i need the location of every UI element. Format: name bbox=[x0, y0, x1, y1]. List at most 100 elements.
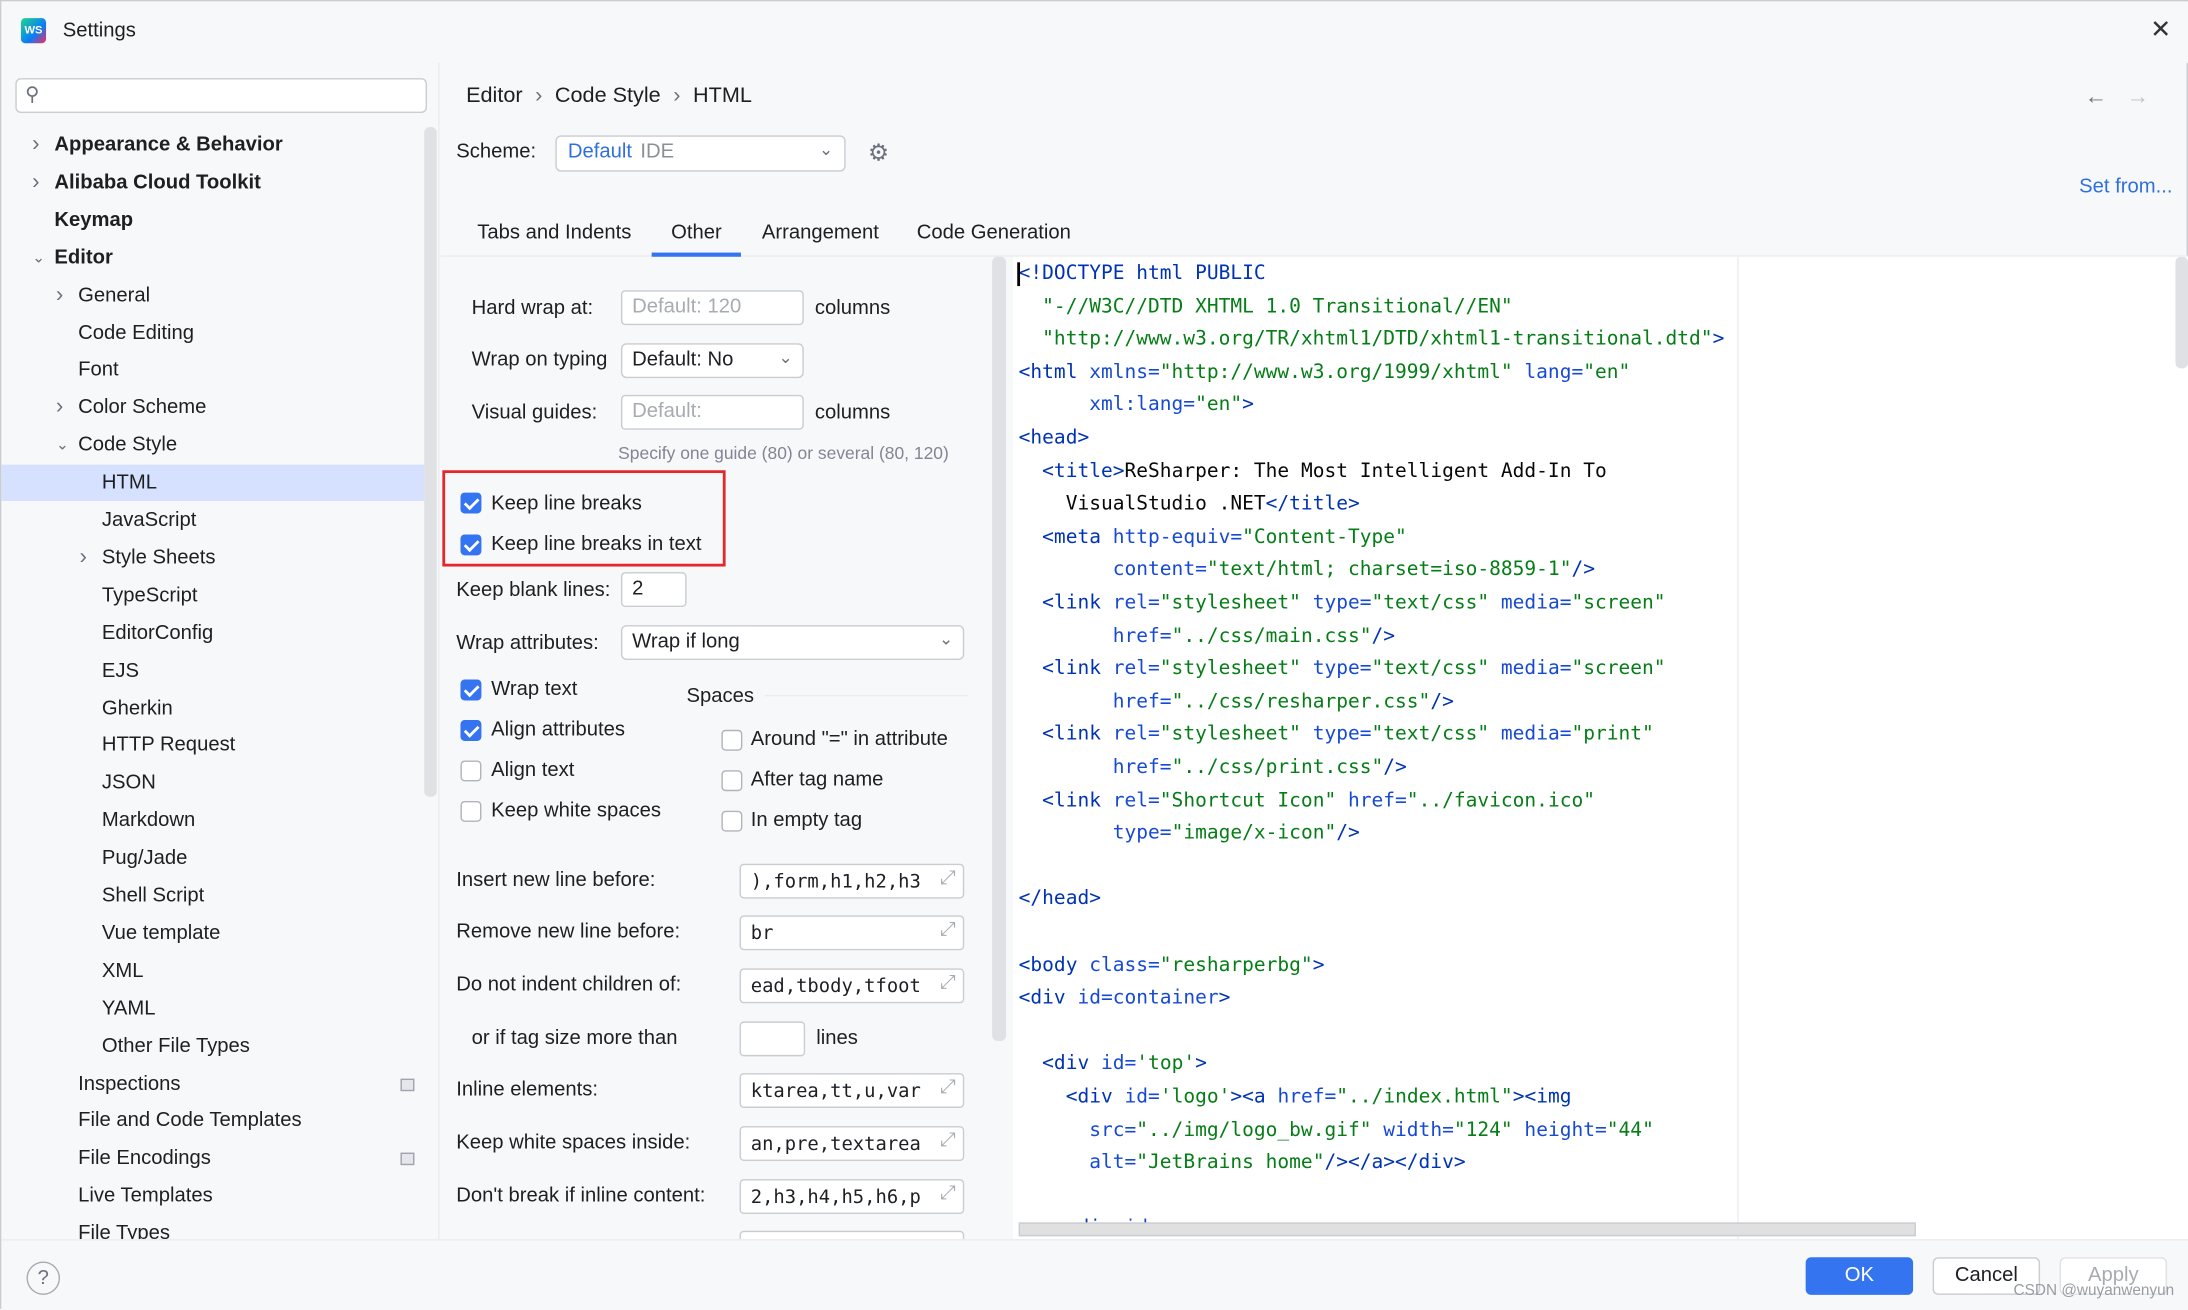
sidebar-item-json[interactable]: JSON bbox=[1, 765, 424, 801]
sidebar-item-gherkin[interactable]: Gherkin bbox=[1, 690, 424, 726]
panel-scrollbar[interactable] bbox=[992, 256, 1007, 1041]
remove-new-line-input[interactable]: br ⤢ bbox=[739, 915, 965, 951]
wrap-text-checkbox[interactable] bbox=[460, 679, 482, 701]
sidebar-item-label: Style Sheets bbox=[101, 546, 216, 570]
sidebar-item-alibaba-cloud-toolkit[interactable]: › Alibaba Cloud Toolkit bbox=[1, 165, 424, 201]
breadcrumb-item[interactable]: Editor bbox=[466, 84, 523, 108]
code-token-attr: id=container bbox=[1077, 986, 1219, 1010]
sidebar-item-style-sheets[interactable]: › Style Sheets bbox=[1, 540, 424, 576]
after-tag-name-checkbox[interactable] bbox=[721, 770, 743, 792]
wrap-attributes-dropdown[interactable]: Wrap if long ⌄ bbox=[620, 625, 965, 661]
tab-other[interactable]: Other bbox=[651, 222, 742, 257]
keep-ws-inside-input[interactable]: an,pre,textarea ⤢ bbox=[739, 1126, 965, 1161]
sidebar-item-color-scheme[interactable]: › Color Scheme bbox=[1, 390, 424, 426]
sidebar-item-pug-jade[interactable]: Pug/Jade bbox=[1, 840, 424, 876]
sidebar-item-general[interactable]: › General bbox=[1, 277, 424, 313]
tab-tabs-and-indents[interactable]: Tabs and Indents bbox=[477, 222, 631, 244]
keep-white-spaces-checkbox[interactable] bbox=[460, 800, 482, 822]
visual-guides-input[interactable]: Default: bbox=[620, 394, 804, 430]
vertical-scrollbar[interactable] bbox=[2175, 256, 2188, 369]
chevron-right-icon[interactable]: › bbox=[56, 390, 63, 426]
sidebar-item-xml[interactable]: XML bbox=[1, 953, 424, 989]
chevron-down-icon[interactable]: ⌄ bbox=[56, 427, 69, 463]
code-token-val: "../css/print.css" bbox=[1171, 756, 1384, 779]
chevron-right-icon[interactable]: › bbox=[56, 277, 63, 313]
horizontal-scrollbar[interactable] bbox=[1018, 1222, 1916, 1237]
sidebar-item-inspections[interactable]: Inspections bbox=[1, 1065, 424, 1101]
sidebar-item-file-types[interactable]: File Types bbox=[1, 1216, 424, 1240]
code-token-val: "screen" bbox=[1571, 591, 1666, 614]
expand-icon[interactable]: ⤢ bbox=[934, 971, 956, 994]
breadcrumb-item[interactable]: Code Style bbox=[555, 84, 661, 108]
dont-break-inline-label: Don't break if inline content: bbox=[456, 1184, 706, 1208]
around-equals-checkbox[interactable] bbox=[721, 729, 743, 751]
forward-arrow-icon[interactable]: → bbox=[2127, 85, 2169, 109]
in-empty-tag-checkbox[interactable] bbox=[721, 810, 743, 832]
code-token-tag: <link bbox=[1042, 657, 1113, 680]
sidebar-item-code-editing[interactable]: Code Editing bbox=[1, 315, 424, 351]
code-token-tag: > bbox=[1242, 394, 1254, 417]
set-from-link[interactable]: Set from... bbox=[2079, 176, 2172, 198]
hard-wrap-input[interactable]: Default: 120 bbox=[620, 290, 804, 326]
sidebar-item-typescript[interactable]: TypeScript bbox=[1, 577, 424, 613]
tab-arrangement[interactable]: Arrangement bbox=[762, 222, 879, 244]
tag-size-input[interactable] bbox=[739, 1021, 806, 1057]
sidebar-item-file-encodings[interactable]: File Encodings bbox=[1, 1140, 424, 1176]
keep-line-breaks-in-text-checkbox[interactable] bbox=[460, 534, 482, 556]
close-icon[interactable]: ✕ bbox=[2150, 15, 2171, 44]
insert-new-line-input[interactable]: ),form,h1,h2,h3 ⤢ bbox=[739, 863, 965, 899]
keep-blank-lines-input[interactable]: 2 bbox=[620, 572, 687, 607]
expand-icon[interactable]: ⤢ bbox=[934, 1181, 956, 1205]
code-token-attr: rel= bbox=[1112, 591, 1160, 614]
ok-button[interactable]: OK bbox=[1805, 1257, 1914, 1295]
sidebar-scrollbar[interactable] bbox=[424, 126, 437, 797]
gear-icon[interactable]: ⚙ bbox=[868, 140, 889, 168]
scheme-dropdown[interactable]: Default IDE ⌄ bbox=[555, 135, 846, 172]
sidebar-item-other-file-types[interactable]: Other File Types bbox=[1, 1028, 424, 1064]
sidebar-item-http-request[interactable]: HTTP Request bbox=[1, 728, 424, 764]
keep-line-breaks-checkbox[interactable] bbox=[460, 492, 482, 514]
search-input[interactable]: ⚲ bbox=[15, 78, 427, 114]
sidebar-item-javascript[interactable]: JavaScript bbox=[1, 502, 424, 538]
partial-input[interactable] bbox=[739, 1230, 965, 1240]
expand-icon[interactable]: ⤢ bbox=[934, 918, 956, 941]
chevron-right-icon[interactable]: › bbox=[80, 540, 87, 576]
chevron-down-icon[interactable]: ⌄ bbox=[32, 240, 45, 276]
code-token-tag: /> bbox=[1571, 558, 1595, 582]
sidebar-item-editor[interactable]: ⌄ Editor bbox=[1, 240, 424, 276]
sidebar-item-live-templates[interactable]: Live Templates bbox=[1, 1178, 424, 1214]
chevron-right-icon[interactable]: › bbox=[32, 165, 39, 201]
align-text-checkbox[interactable] bbox=[460, 760, 482, 782]
code-token-val: "http://www.w3.org/TR/xhtml1/DTD/xhtml1-… bbox=[1042, 328, 1713, 351]
sidebar-item-ejs[interactable]: EJS bbox=[1, 652, 424, 688]
back-arrow-icon[interactable]: ← bbox=[2085, 85, 2127, 109]
help-button[interactable]: ? bbox=[26, 1261, 61, 1295]
sidebar-item-font[interactable]: Font bbox=[1, 352, 424, 388]
sidebar-item-appearance-behavior[interactable]: › Appearance & Behavior bbox=[1, 127, 424, 163]
expand-icon[interactable]: ⤢ bbox=[934, 1128, 956, 1152]
code-token-attr: id= bbox=[1100, 1052, 1137, 1076]
expand-icon[interactable]: ⤢ bbox=[934, 866, 956, 889]
sidebar-item-yaml[interactable]: YAML bbox=[1, 990, 424, 1026]
code-token-attr: media= bbox=[1500, 723, 1572, 746]
sidebar-item-editorconfig[interactable]: EditorConfig bbox=[1, 615, 424, 651]
code-token-tag: <meta bbox=[1042, 525, 1113, 549]
sidebar-item-shell-script[interactable]: Shell Script bbox=[1, 878, 424, 914]
sidebar-item-markdown[interactable]: Markdown bbox=[1, 803, 424, 839]
sidebar-item-code-style[interactable]: ⌄ Code Style bbox=[1, 427, 424, 463]
chevron-right-icon[interactable]: › bbox=[32, 127, 39, 163]
expand-icon[interactable]: ⤢ bbox=[934, 1075, 956, 1099]
align-attributes-checkbox[interactable] bbox=[460, 720, 482, 741]
wrap-on-typing-dropdown[interactable]: Default: No ⌄ bbox=[620, 343, 804, 379]
no-indent-children-input[interactable]: ead,tbody,tfoot ⤢ bbox=[739, 968, 965, 1004]
sidebar-item-vue-template[interactable]: Vue template bbox=[1, 915, 424, 951]
sidebar-item-file-and-code-templates[interactable]: File and Code Templates bbox=[1, 1103, 424, 1139]
tab-code-generation[interactable]: Code Generation bbox=[917, 222, 1071, 244]
code-line: xml:lang="en"> bbox=[1019, 390, 1254, 422]
dont-break-inline-input[interactable]: 2,h3,h4,h5,h6,p ⤢ bbox=[739, 1179, 965, 1214]
inline-elements-input[interactable]: ktarea,tt,u,var ⤢ bbox=[739, 1073, 965, 1108]
sidebar-item-keymap[interactable]: Keymap bbox=[1, 202, 424, 238]
sidebar-item-html[interactable]: HTML bbox=[1, 464, 425, 502]
